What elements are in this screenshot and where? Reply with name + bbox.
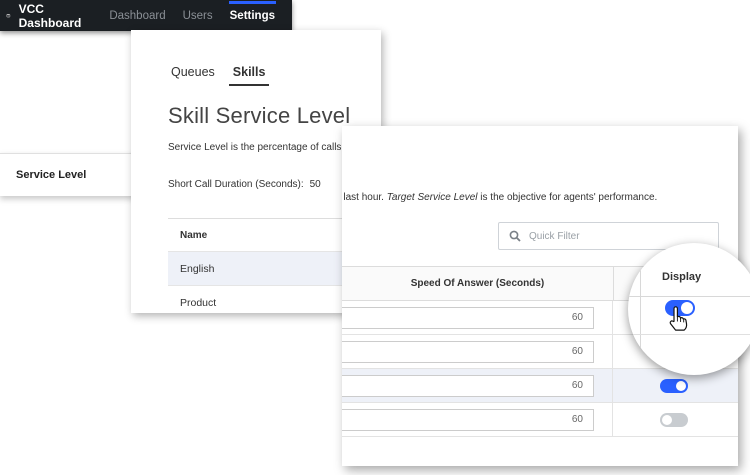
app-brand[interactable]: VCC Dashboard <box>19 2 82 30</box>
screenshot-stage: VCC Dashboard Dashboard Users Settings S… <box>0 0 750 475</box>
tab-skills[interactable]: Skills <box>228 65 270 86</box>
nav-settings[interactable]: Settings <box>228 0 277 22</box>
tab-queues[interactable]: Queues <box>171 65 215 86</box>
desc-tail: is the objective for agents' performance… <box>477 192 658 203</box>
short-call-value: 50 <box>309 179 321 190</box>
top-nav-bar: VCC Dashboard Dashboard Users Settings <box>0 0 292 31</box>
search-icon <box>509 230 521 242</box>
quick-filter-placeholder: Quick Filter <box>529 230 580 242</box>
magnifier-callout: Display <box>628 243 750 375</box>
speed-of-answer-input[interactable]: 60 <box>342 374 594 397</box>
lens-divider <box>640 243 641 375</box>
sidebar-item-service-level[interactable]: Service Level <box>0 153 150 196</box>
database-icon <box>6 13 11 18</box>
target-service-level-description: ver the last hour. Target Service Level … <box>342 192 657 203</box>
speed-of-answer-input[interactable]: 60 <box>342 408 594 431</box>
toggle-knob <box>661 414 672 425</box>
page-title: Skill Service Level <box>168 103 351 128</box>
nav-dashboard[interactable]: Dashboard <box>109 10 165 22</box>
column-header-speed[interactable]: Speed Of Answer (Seconds) <box>342 267 614 300</box>
short-call-label: Short Call Duration (Seconds): <box>168 179 304 190</box>
lens-divider <box>628 334 750 335</box>
speed-of-answer-input[interactable]: 60 <box>342 306 594 329</box>
display-cell <box>612 368 734 403</box>
sidebar-item-label: Service Level <box>16 169 87 181</box>
table-row: 60 <box>342 402 738 437</box>
table-row: 60 <box>342 368 738 403</box>
nav-users[interactable]: Users <box>183 10 213 22</box>
settings-tabs: Queues Skills <box>171 65 270 86</box>
speed-of-answer-input[interactable]: 60 <box>342 340 594 363</box>
desc-italic: Target Service Level <box>386 192 478 203</box>
display-toggle[interactable] <box>659 378 688 393</box>
display-cell <box>612 402 734 437</box>
desc-text: ver the last hour. <box>342 192 384 203</box>
hand-pointer-icon <box>669 306 688 331</box>
short-call-duration: Short Call Duration (Seconds): 50 <box>168 179 321 190</box>
service-level-description: Service Level is the percentage of calls <box>168 142 342 153</box>
display-toggle[interactable] <box>659 412 688 427</box>
toggle-knob <box>675 380 686 391</box>
column-header-display[interactable]: Display <box>662 271 701 283</box>
lens-divider <box>628 296 750 297</box>
